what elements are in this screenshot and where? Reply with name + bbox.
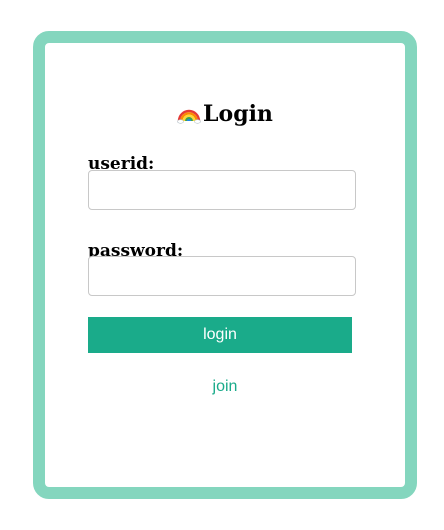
page-title: Login	[45, 101, 405, 127]
userid-input[interactable]	[88, 170, 356, 210]
password-input[interactable]	[88, 256, 356, 296]
login-button[interactable]: login	[88, 317, 352, 353]
rainbow-icon	[177, 101, 201, 125]
title-text: Login	[203, 101, 273, 127]
login-card: Login userid: password: login join	[33, 31, 417, 499]
join-link-container: join	[45, 377, 405, 397]
join-link[interactable]: join	[213, 378, 238, 395]
